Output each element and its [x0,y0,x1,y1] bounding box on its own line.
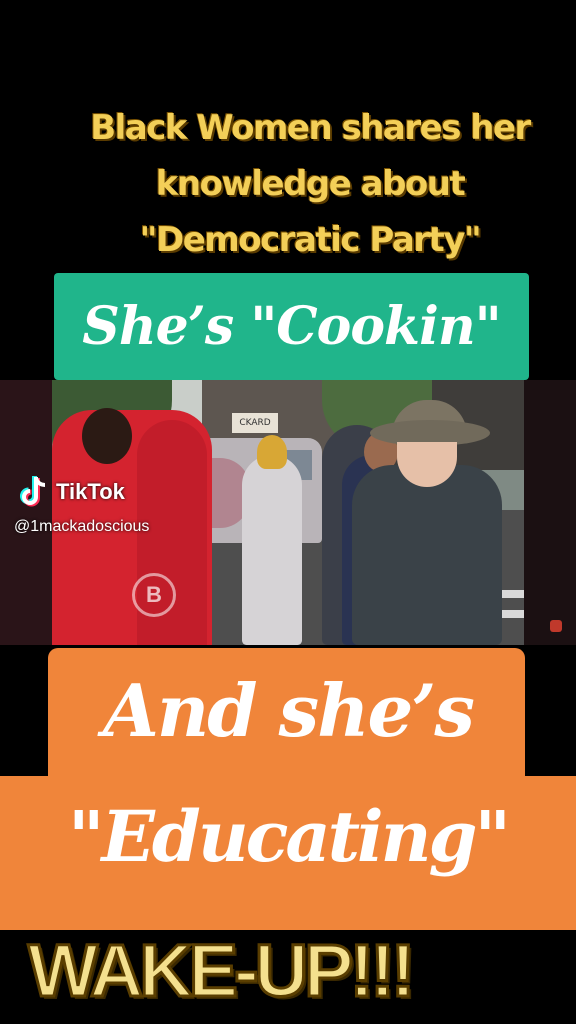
educating-line-2: "Educating" [68,795,511,878]
creator-handle[interactable]: @1mackadoscious [14,518,149,536]
headline-line-1: Black Women shares her [90,108,531,148]
tiktok-logo-icon [20,475,50,509]
woman-head [82,408,132,464]
video-left-blur [0,380,52,645]
person-bucket-hat [352,465,502,645]
red-marker-icon [550,620,562,632]
video-right-blur [524,380,576,645]
video-frame[interactable]: CKARD B [0,380,576,645]
headline: Black Women shares her knowledge about "… [60,100,560,268]
educating-line-1: And she’s [103,668,475,753]
building-sign: CKARD [232,413,278,433]
channel-logo-icon: B [132,573,176,617]
video-scene: CKARD B [52,380,524,645]
cookin-banner: She’s "Cookin" [54,273,529,380]
tiktok-watermark: TikTok [20,475,125,509]
person-white-jacket [242,455,302,645]
cookin-banner-text: She’s "Cookin" [82,296,501,357]
headline-line-2: knowledge about [155,164,466,204]
person-yellow-beanie [257,435,287,469]
tiktok-brand-text: TikTok [56,479,125,504]
headline-line-3: "Democratic Party" [139,220,482,260]
wake-up-footer: WAKE-UP!!! [27,928,417,1014]
